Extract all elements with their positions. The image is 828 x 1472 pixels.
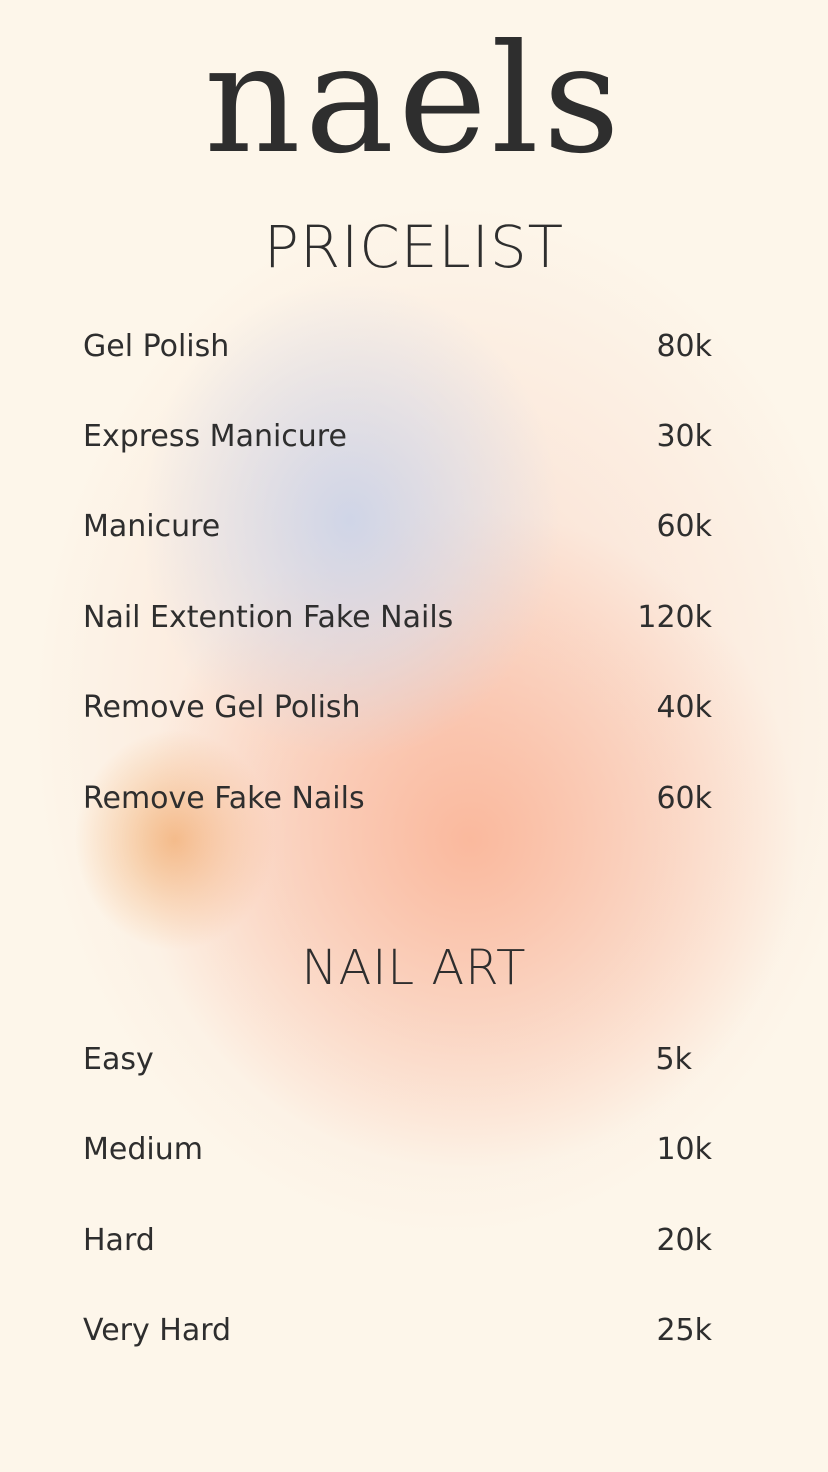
price-row-manicure: Manicure 60k — [83, 505, 712, 549]
nail-art-name: Hard — [83, 1223, 155, 1258]
price-row-nail-extension: Nail Extention Fake Nails 120k — [83, 596, 712, 640]
page-title: PRICELIST — [263, 213, 565, 281]
service-price: 40k — [656, 690, 712, 725]
nail-art-name: Easy — [83, 1042, 154, 1077]
service-name: Remove Gel Polish — [83, 690, 361, 725]
nail-art-name: Very Hard — [83, 1313, 232, 1348]
price-row-very-hard: Very Hard 25k — [83, 1309, 712, 1353]
brand-logo: naels — [204, 13, 624, 187]
service-name: Gel Polish — [83, 329, 230, 364]
price-row-hard: Hard 20k — [83, 1219, 712, 1263]
price-row-medium: Medium 10k — [83, 1128, 712, 1172]
nail-art-title: NAIL ART — [301, 940, 527, 996]
nail-art-price: 10k — [656, 1132, 712, 1167]
service-name: Nail Extention Fake Nails — [83, 600, 454, 635]
nail-art-price: 25k — [656, 1313, 712, 1348]
service-price: 60k — [656, 509, 712, 544]
price-row-gel-polish: Gel Polish 80k — [83, 325, 712, 369]
price-row-remove-fake-nails: Remove Fake Nails 60k — [83, 777, 712, 821]
service-name: Express Manicure — [83, 419, 347, 454]
service-price: 60k — [656, 781, 712, 816]
service-name: Remove Fake Nails — [83, 781, 365, 816]
nail-art-price: 20k — [656, 1223, 712, 1258]
price-row-remove-gel-polish: Remove Gel Polish 40k — [83, 686, 712, 730]
price-row-easy: Easy 5k — [83, 1038, 712, 1082]
price-row-express-manicure: Express Manicure 30k — [83, 415, 712, 459]
service-price: 120k — [637, 600, 712, 635]
service-price: 80k — [656, 329, 712, 364]
service-name: Manicure — [83, 509, 221, 544]
nail-art-price: 5k — [655, 1042, 692, 1077]
service-price: 30k — [656, 419, 712, 454]
nail-art-name: Medium — [83, 1132, 203, 1167]
